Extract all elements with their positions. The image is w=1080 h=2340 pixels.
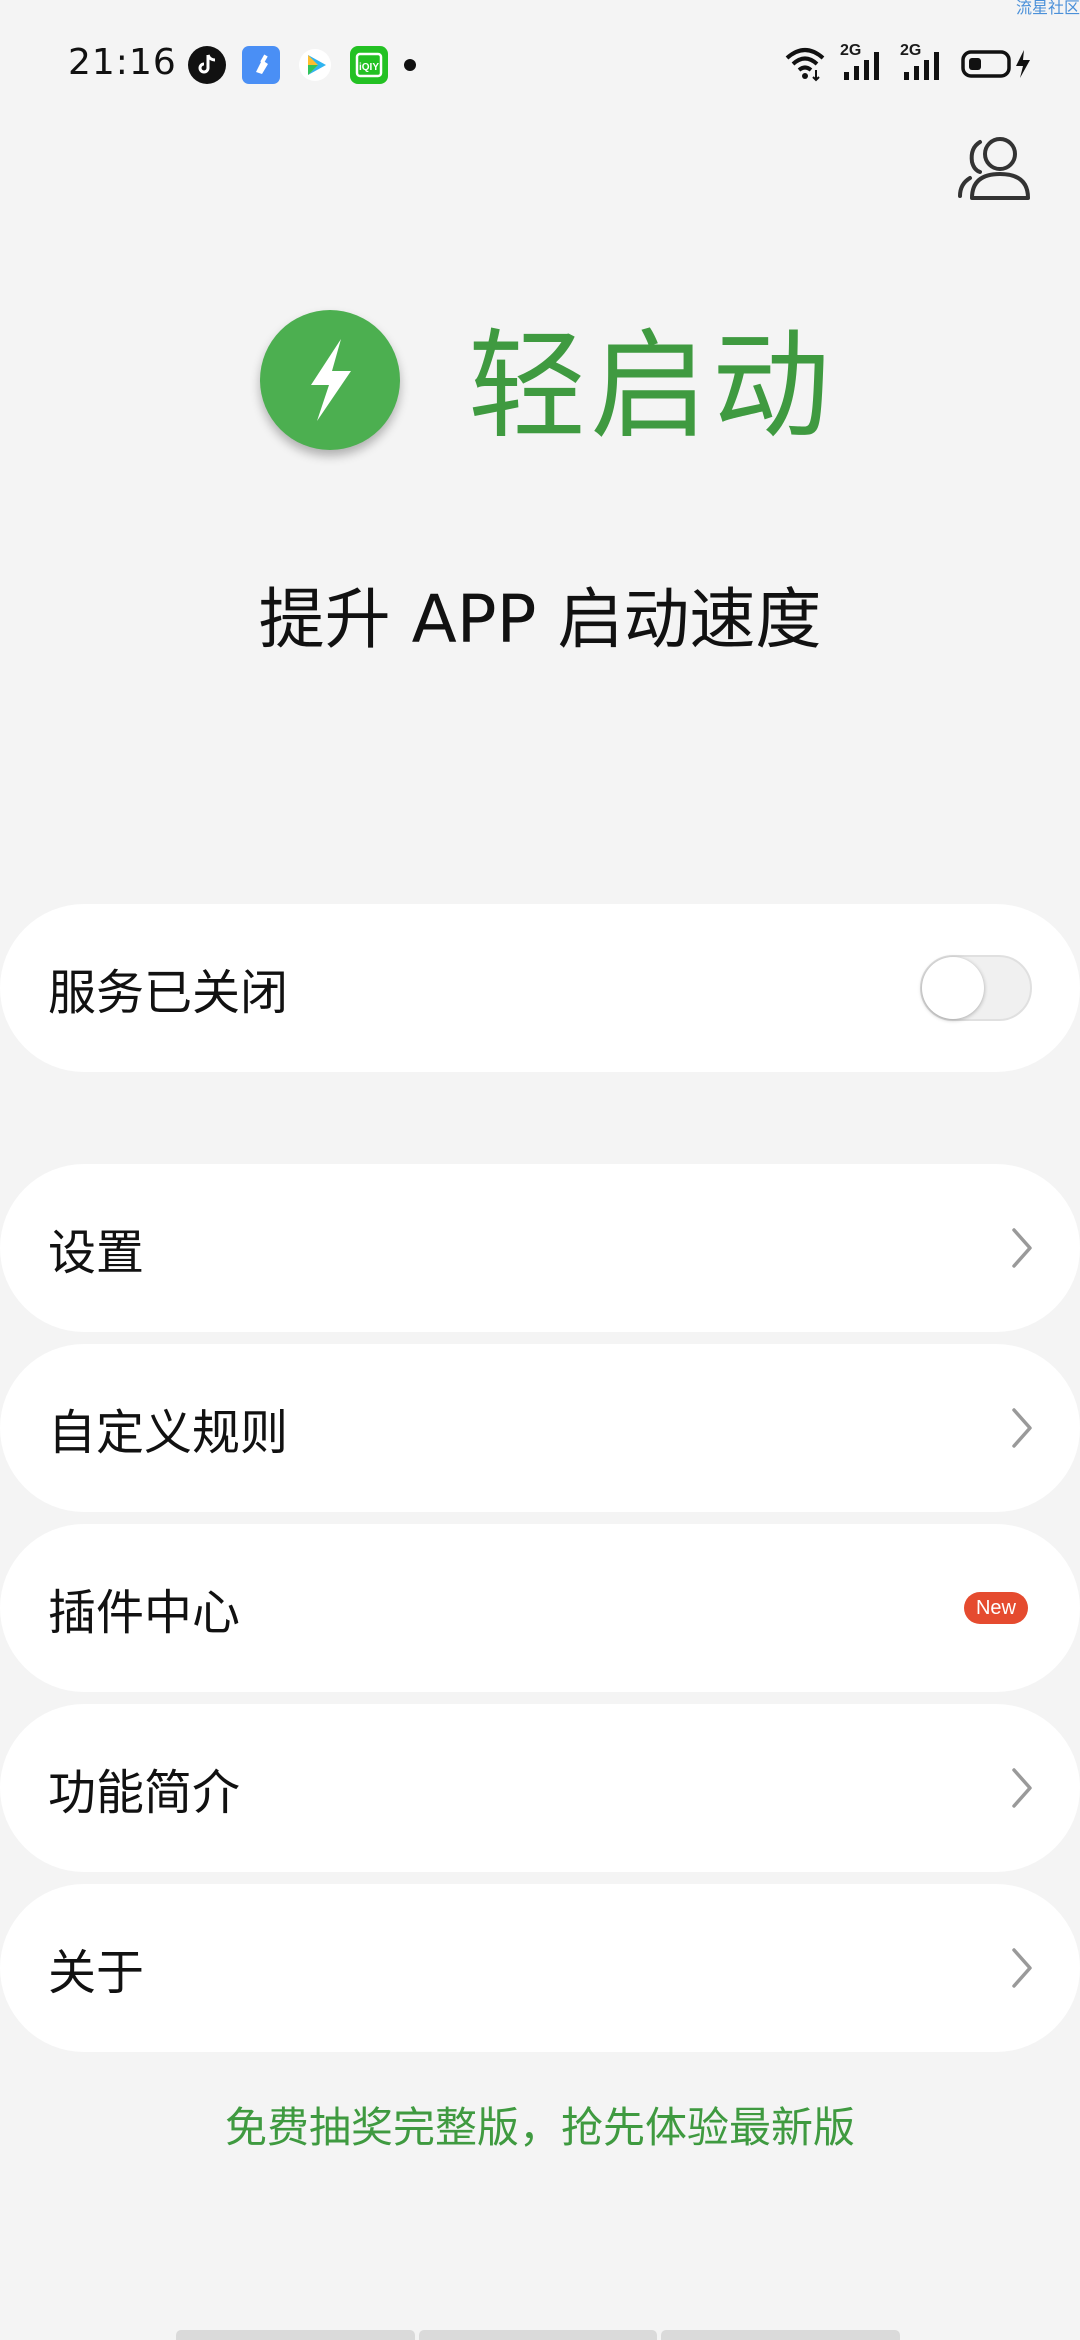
menu-item-settings[interactable]: 设置 bbox=[0, 1164, 1080, 1332]
status-time: 21:16 bbox=[68, 42, 177, 83]
status-indicators: 2G 2G bbox=[784, 42, 1036, 82]
menu-item-label: 功能简介 bbox=[48, 1765, 241, 1821]
app-logo bbox=[260, 310, 400, 450]
menu-item-introduction[interactable]: 功能简介 bbox=[0, 1704, 1080, 1872]
service-toggle-switch[interactable] bbox=[920, 955, 1032, 1021]
gesture-nav-bar[interactable] bbox=[176, 2330, 901, 2340]
lightning-icon bbox=[311, 339, 351, 421]
service-toggle-card[interactable]: 服务已关闭 bbox=[0, 904, 1080, 1072]
more-notifications-dot bbox=[404, 59, 416, 71]
status-bar: 21:16 iQIY 2G 2G bbox=[0, 36, 1080, 96]
watermark-text: 流星社区 bbox=[1015, 0, 1080, 17]
menu-item-about[interactable]: 关于 bbox=[0, 1884, 1080, 2052]
menu-item-label: 关于 bbox=[48, 1945, 145, 2001]
signal-2-icon: 2G bbox=[900, 42, 946, 82]
chevron-right-icon bbox=[1012, 1408, 1032, 1448]
cleaner-icon bbox=[242, 46, 280, 84]
menu-item-label: 设置 bbox=[48, 1225, 145, 1281]
new-badge: New bbox=[963, 1592, 1028, 1624]
app-slogan: 提升 APP 启动速度 bbox=[258, 581, 822, 658]
chevron-right-icon bbox=[1012, 1948, 1032, 1988]
wifi-icon bbox=[785, 48, 825, 82]
iqiyi-icon: iQIY bbox=[350, 46, 388, 84]
svg-text:iQIY: iQIY bbox=[359, 62, 379, 73]
menu-item-label: 自定义规则 bbox=[48, 1405, 289, 1461]
chevron-right-icon bbox=[1012, 1768, 1032, 1808]
account-button[interactable] bbox=[954, 130, 1040, 206]
toggle-knob bbox=[922, 957, 984, 1019]
menu-item-label: 插件中心 bbox=[48, 1585, 241, 1641]
video-play-icon bbox=[296, 46, 334, 84]
chevron-right-icon bbox=[1012, 1228, 1032, 1268]
app-name: 轻启动 bbox=[468, 317, 835, 455]
battery-charging-icon bbox=[961, 50, 1030, 78]
users-icon bbox=[958, 137, 1030, 200]
menu-item-plugin-center[interactable]: 插件中心 New bbox=[0, 1524, 1080, 1692]
tiktok-icon bbox=[188, 46, 226, 84]
service-status-label: 服务已关闭 bbox=[48, 965, 289, 1021]
promo-link[interactable]: 免费抽奖完整版，抢先体验最新版 bbox=[0, 2094, 1080, 2155]
menu-item-custom-rules[interactable]: 自定义规则 bbox=[0, 1344, 1080, 1512]
signal-1-icon: 2G bbox=[840, 42, 886, 82]
status-app-icons: iQIY bbox=[188, 46, 416, 84]
